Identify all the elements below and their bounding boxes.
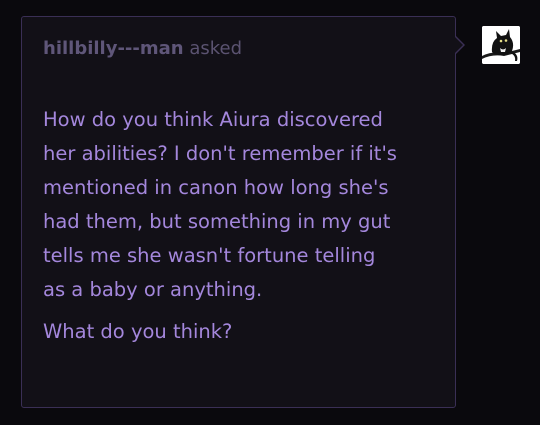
asked-label: asked — [189, 38, 243, 59]
asker-name-link[interactable]: hillbilly---man — [43, 38, 184, 59]
question-paragraph: What do you think? — [43, 320, 233, 343]
ask-post: hillbilly---man asked How do you think A… — [0, 0, 540, 425]
black-cat-avatar-icon — [482, 26, 520, 64]
question-body: How do you think Aiura discovered her ab… — [43, 103, 443, 349]
ask-bubble: hillbilly---man asked How do you think A… — [21, 16, 456, 408]
question-paragraph: How do you think Aiura discovered her ab… — [43, 108, 397, 301]
answerer-avatar[interactable] — [482, 26, 520, 64]
asker-line: hillbilly---man asked — [43, 38, 242, 60]
